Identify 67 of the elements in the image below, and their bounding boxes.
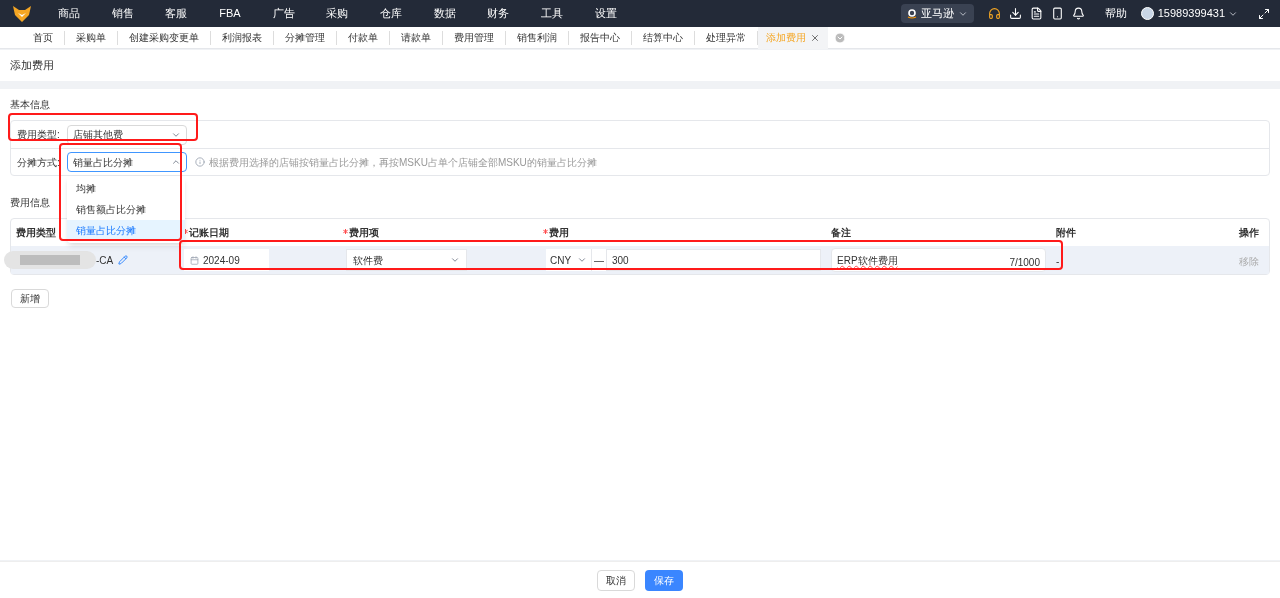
page-tab[interactable]: 费用管理 xyxy=(443,30,506,45)
bell-icon[interactable] xyxy=(1071,7,1085,20)
page-tab[interactable]: 首页 xyxy=(22,30,65,45)
store-selector[interactable]: 亚马逊 xyxy=(900,4,974,23)
fullscreen-icon[interactable] xyxy=(1258,7,1270,20)
column-header: 费用 xyxy=(549,226,569,240)
caret-icon xyxy=(171,157,181,167)
nav-menu-item[interactable]: 商品 xyxy=(42,5,96,22)
close-icon[interactable] xyxy=(810,32,820,43)
nav-menu-item[interactable]: 设置 xyxy=(578,5,633,22)
column-header: 费用项 xyxy=(349,226,379,240)
nav-menu-item[interactable]: 财务 xyxy=(471,5,526,22)
download-icon[interactable] xyxy=(1008,7,1022,20)
note-field[interactable]: ERP软件费用 7/1000 xyxy=(831,248,1046,272)
column-header: 费用类型 xyxy=(16,226,56,240)
section-title: 费用信息 xyxy=(10,196,50,210)
user-account[interactable]: 15989399431 xyxy=(1157,5,1225,22)
character-count: 7/1000 xyxy=(1009,255,1040,270)
info-icon xyxy=(195,157,205,167)
column-header: 记账日期 xyxy=(189,226,229,240)
nav-menu-item[interactable]: FBA xyxy=(203,5,257,22)
amount-field[interactable]: 300 xyxy=(606,249,821,271)
select-field[interactable]: 店铺其他费 xyxy=(67,124,187,145)
field-label: 费用类型: xyxy=(17,128,61,142)
section-title: 基本信息 xyxy=(10,98,50,112)
phone-icon[interactable] xyxy=(1050,7,1064,20)
nav-menu-item[interactable]: 采购 xyxy=(310,5,365,22)
select-field[interactable]: 软件费 xyxy=(346,249,467,271)
page-tab[interactable]: 利润报表 xyxy=(211,30,274,45)
page-tab[interactable]: 报告中心 xyxy=(569,30,632,45)
nav-menu-item[interactable]: 广告 xyxy=(256,5,311,22)
column-header: 备注 xyxy=(831,226,851,240)
page-tab[interactable]: 请款单 xyxy=(390,30,443,45)
dropdown-option[interactable]: 均摊 xyxy=(67,178,185,199)
field-label: 分摊方式: xyxy=(17,155,61,170)
date-field[interactable]: 2024-09 xyxy=(184,249,269,271)
hint-text: 根据费用选择的店铺按销量占比分摊，再按MSKU占单个店铺全部MSKU的销量占比分摊 xyxy=(209,155,597,170)
fox-logo-icon[interactable] xyxy=(12,4,32,23)
nav-menu-item[interactable]: 客服 xyxy=(149,5,204,22)
page-tab[interactable]: 分摊管理 xyxy=(274,30,337,45)
caret-icon xyxy=(450,255,460,265)
page-tab[interactable]: 采购单 xyxy=(65,30,118,45)
select-field[interactable]: 销量占比分摊 xyxy=(67,152,187,172)
column-header: 附件 xyxy=(1056,226,1076,240)
headset-icon[interactable] xyxy=(987,7,1001,20)
nav-menu-item[interactable]: 工具 xyxy=(525,5,579,22)
calendar-icon xyxy=(190,255,199,265)
page-tab[interactable]: 结算中心 xyxy=(632,30,695,45)
dropdown-option[interactable]: 销售额占比分摊 xyxy=(67,199,185,220)
page-tab[interactable]: 付款单 xyxy=(337,30,390,45)
currency-select[interactable]: CNY xyxy=(546,249,591,271)
page-tab[interactable]: 销售利润 xyxy=(506,30,569,45)
column-header: 操作 xyxy=(1239,226,1259,240)
page-tab[interactable]: 创建采购变更单 xyxy=(118,30,211,45)
help-link[interactable]: 帮助 xyxy=(1104,5,1127,22)
cost-type-text: -CA xyxy=(96,253,114,268)
page-title: 添加费用 xyxy=(10,58,54,74)
add-button[interactable]: 新增 xyxy=(11,289,49,308)
cancel-button[interactable]: 取消 xyxy=(597,569,635,591)
nav-menu-item[interactable]: 仓库 xyxy=(364,5,418,22)
avatar-icon[interactable] xyxy=(1140,7,1154,20)
nav-menu-item[interactable]: 销售 xyxy=(95,5,150,22)
separator-text: — xyxy=(591,249,606,271)
caret-icon xyxy=(577,255,587,265)
attachment-text: - xyxy=(1056,256,1060,267)
nav-menu-item[interactable]: 数据 xyxy=(417,5,472,22)
document-icon[interactable] xyxy=(1029,7,1043,20)
